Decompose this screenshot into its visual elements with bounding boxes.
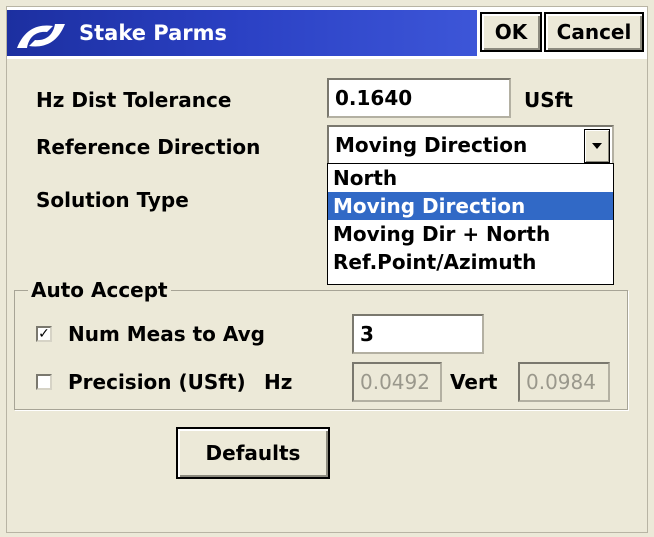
dropdown-option-moving-direction[interactable]: Moving Direction [328,192,613,220]
chevron-down-icon [592,143,602,149]
dropdown-option-ref-point-azimuth[interactable]: Ref.Point/Azimuth [328,248,613,276]
dropdown-arrow-icon[interactable] [584,129,610,163]
reference-direction-dropdown-list: North Moving Direction Moving Dir + Nort… [327,163,614,285]
dropdown-option-north[interactable]: North [328,164,613,192]
reference-direction-select[interactable]: Moving Direction [327,125,614,165]
stakeout-logo-icon [17,24,65,48]
precision-label: Precision (USft) [68,370,246,394]
title-band: Stake Parms [7,10,477,56]
precision-vert-value: 0.0984 [526,370,596,394]
precision-hz-value: 0.0492 [360,370,430,394]
num-meas-value: 3 [360,322,374,346]
precision-vert-label: Vert [450,370,498,394]
precision-vert-input[interactable]: 0.0984 [518,362,610,402]
precision-checkbox[interactable] [36,374,52,390]
check-icon: ✓ [38,326,50,342]
dialog-title: Stake Parms [79,21,228,45]
title-bar: Stake Parms OK Cancel [7,7,647,59]
ok-button[interactable]: OK [480,12,542,52]
dropdown-option-moving-dir-north[interactable]: Moving Dir + North [328,220,613,248]
num-meas-label: Num Meas to Avg [68,322,265,346]
cancel-button[interactable]: Cancel [544,12,644,52]
num-meas-input[interactable]: 3 [352,314,484,354]
num-meas-checkbox[interactable]: ✓ [36,326,52,342]
hz-dist-tolerance-value: 0.1640 [335,86,413,110]
reference-direction-label: Reference Direction [36,135,261,159]
hz-dist-tolerance-label: Hz Dist Tolerance [36,88,232,112]
precision-hz-label: Hz [264,370,293,394]
defaults-button[interactable]: Defaults [176,427,330,479]
auto-accept-group-label: Auto Accept [28,278,171,302]
solution-type-label: Solution Type [36,188,189,212]
precision-hz-input[interactable]: 0.0492 [352,362,442,402]
hz-dist-tolerance-input[interactable]: 0.1640 [327,78,511,118]
reference-direction-value: Moving Direction [335,133,528,157]
hz-dist-unit-label: USft [524,88,573,112]
